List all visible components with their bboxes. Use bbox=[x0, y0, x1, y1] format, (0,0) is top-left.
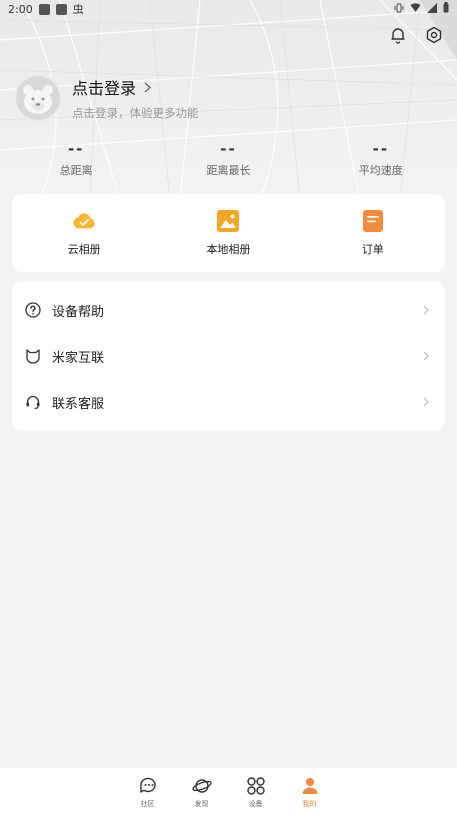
device-grid-icon bbox=[246, 776, 266, 796]
stat-value: -- bbox=[67, 140, 85, 158]
stat-label: 距离最长 bbox=[206, 164, 251, 177]
profile-icon bbox=[300, 776, 320, 796]
mijia-icon bbox=[24, 347, 42, 365]
tab-label: 设备 bbox=[248, 800, 263, 808]
tab-label: 我的 bbox=[302, 800, 317, 808]
quick-actions-card: 云相册 本地相册 订单 bbox=[12, 194, 445, 272]
local-album-icon bbox=[216, 209, 240, 233]
vibrate-icon bbox=[394, 3, 404, 16]
tab-label: 社区 bbox=[140, 800, 155, 808]
status-time: 2:00 bbox=[8, 2, 33, 16]
tab-discover[interactable]: 发现 bbox=[175, 768, 229, 814]
status-bar: 2:00 虫 bbox=[0, 0, 457, 18]
stat-longest-distance: -- 距离最长 bbox=[152, 140, 304, 178]
chevron-right-icon bbox=[421, 350, 431, 362]
tab-device[interactable]: 设备 bbox=[229, 768, 283, 814]
menu-item-device-help[interactable]: 设备帮助 bbox=[12, 287, 445, 333]
cloud-album-icon bbox=[72, 209, 96, 233]
community-icon bbox=[138, 776, 158, 796]
chevron-right-icon bbox=[144, 78, 151, 97]
stats-row: -- 总距离 -- 距离最长 -- 平均速度 bbox=[0, 140, 457, 178]
notification-a-icon bbox=[55, 3, 67, 15]
headset-icon bbox=[24, 393, 42, 411]
help-circle-icon bbox=[24, 301, 42, 319]
stat-total-distance: -- 总距离 bbox=[0, 140, 152, 178]
battery-icon bbox=[443, 2, 449, 16]
chevron-right-icon bbox=[421, 304, 431, 316]
tab-community[interactable]: 社区 bbox=[121, 768, 175, 814]
login-title[interactable]: 点击登录 bbox=[72, 75, 136, 99]
wifi-icon bbox=[410, 2, 421, 16]
tab-mine[interactable]: 我的 bbox=[283, 768, 337, 814]
cloud-album-button[interactable]: 云相册 bbox=[12, 194, 156, 272]
login-subtitle: 点击登录，体验更多功能 bbox=[72, 106, 199, 120]
quick-label: 本地相册 bbox=[206, 243, 251, 256]
stat-value: -- bbox=[372, 140, 390, 158]
bottom-tab-bar: 社区 发现 设备 我的 bbox=[0, 768, 457, 814]
local-album-button[interactable]: 本地相册 bbox=[156, 194, 300, 272]
app-glyph: 虫 bbox=[72, 3, 84, 16]
login-profile[interactable]: 点击登录 点击登录，体验更多功能 bbox=[14, 74, 199, 122]
order-button[interactable]: 订单 bbox=[301, 194, 445, 272]
menu-label: 联系客服 bbox=[52, 396, 105, 412]
signal-icon bbox=[427, 2, 437, 16]
avatar[interactable] bbox=[14, 74, 62, 122]
order-icon bbox=[361, 209, 385, 233]
settings-gear-icon[interactable] bbox=[423, 24, 445, 46]
notification-bell-icon[interactable] bbox=[387, 24, 409, 46]
menu-label: 米家互联 bbox=[52, 350, 105, 366]
menu-card: 设备帮助 米家互联 联系客服 bbox=[12, 281, 445, 431]
stat-label: 平均速度 bbox=[358, 164, 403, 177]
menu-item-mijia-link[interactable]: 米家互联 bbox=[12, 333, 445, 379]
quick-label: 订单 bbox=[361, 243, 384, 256]
quick-label: 云相册 bbox=[67, 243, 101, 256]
stat-label: 总距离 bbox=[59, 164, 93, 177]
chevron-right-icon bbox=[421, 396, 431, 408]
planet-icon bbox=[191, 776, 212, 796]
stat-value: -- bbox=[220, 140, 237, 158]
top-actions bbox=[387, 24, 445, 46]
stat-average-speed: -- 平均速度 bbox=[305, 140, 457, 178]
notification-icon bbox=[38, 3, 50, 15]
menu-item-contact-support[interactable]: 联系客服 bbox=[12, 379, 445, 425]
menu-label: 设备帮助 bbox=[52, 304, 105, 320]
tab-label: 发现 bbox=[194, 800, 209, 808]
